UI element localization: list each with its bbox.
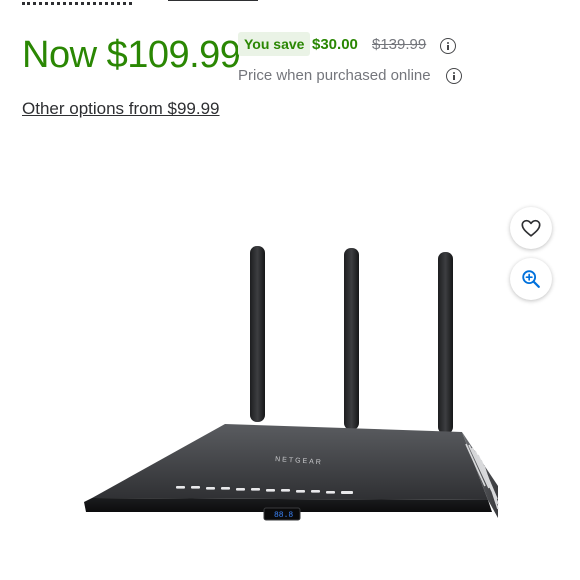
router-led-display: 88.8 [274, 511, 293, 520]
antenna [250, 246, 453, 434]
price-note: Price when purchased online [238, 67, 431, 84]
other-options-link[interactable]: Other options from $99.99 [22, 100, 220, 117]
favorite-button[interactable] [510, 207, 552, 249]
was-price: $139.99 [372, 36, 427, 53]
product-image-router[interactable]: NETGEAR 88.8 [80, 236, 500, 536]
reviews-link-underline[interactable] [168, 0, 258, 1]
rating-dots [22, 0, 132, 5]
info-icon[interactable] [440, 38, 456, 54]
zoom-in-icon [522, 270, 540, 288]
save-amount: $30.00 [312, 36, 358, 53]
you-save-badge: You save [238, 32, 311, 56]
heart-icon [521, 219, 541, 237]
zoom-button[interactable] [510, 258, 552, 300]
current-price: Now $109.99 [22, 34, 241, 76]
info-icon[interactable] [446, 68, 462, 84]
